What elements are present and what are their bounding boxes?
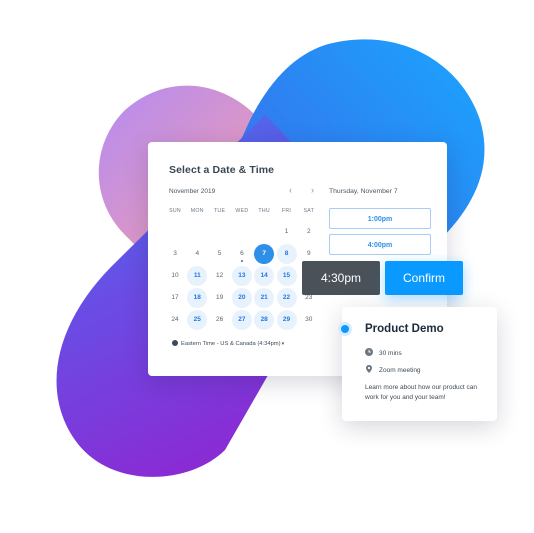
calendar-day: 19 <box>215 294 224 301</box>
confirm-button[interactable]: Confirm <box>385 261 463 295</box>
timezone-selector[interactable]: Eastern Time - US & Canada (4:34pm)▾ <box>172 340 284 347</box>
event-location: Zoom meeting <box>365 365 421 374</box>
calendar-day[interactable]: 11 <box>187 266 208 286</box>
event-description: Learn more about how our product can wor… <box>365 384 478 401</box>
calendar-day: 26 <box>215 316 224 323</box>
globe-icon <box>172 340 178 346</box>
weekday-header: MON <box>190 208 204 214</box>
calendar-day[interactable]: 29 <box>276 310 297 330</box>
calendar-day: 5 <box>217 250 222 257</box>
calendar-day: 1 <box>284 228 289 235</box>
month-label: November 2019 <box>169 188 216 195</box>
weekday-header: SUN <box>169 208 181 214</box>
time-slot-button[interactable]: 1:00pm <box>329 208 431 229</box>
calendar-day[interactable]: 8 <box>276 244 297 264</box>
page-title: Select a Date & Time <box>169 164 275 176</box>
calendar-day[interactable]: 28 <box>254 310 275 330</box>
calendar-day[interactable]: 15 <box>276 266 297 286</box>
event-details-card: Product Demo 30 mins Zoom meeting Learn … <box>338 307 497 421</box>
calendar-day[interactable]: 18 <box>187 288 208 308</box>
weekday-header: SAT <box>303 208 315 214</box>
calendar-day[interactable]: 13 <box>231 266 252 286</box>
event-duration: 30 mins <box>365 348 402 357</box>
calendar-day[interactable]: 21 <box>254 288 275 308</box>
weekday-header: FRI <box>281 208 292 214</box>
calendar-day: 30 <box>305 316 313 323</box>
chevron-down-icon: ▾ <box>281 341 285 347</box>
event-title: Product Demo <box>365 323 444 335</box>
timezone-label: Eastern Time - US & Canada (4:34pm) <box>181 341 281 347</box>
calendar-day: 24 <box>171 316 179 323</box>
location-pin-icon <box>366 365 372 373</box>
calendar-day: 17 <box>171 294 179 301</box>
calendar-day[interactable]: 20 <box>231 288 252 308</box>
weekday-header: WED <box>235 208 249 214</box>
calendar-day[interactable]: 14 <box>254 266 275 286</box>
clock-icon <box>365 348 373 356</box>
selected-date-heading: Thursday, November 7 <box>329 188 398 195</box>
status-dot-icon <box>338 322 352 336</box>
calendar-day[interactable]: 22 <box>276 288 297 308</box>
calendar-day-selected[interactable]: 7 <box>254 244 275 264</box>
today-indicator <box>240 260 243 262</box>
calendar-day: 4 <box>195 250 200 257</box>
event-location-label: Zoom meeting <box>379 367 421 374</box>
time-slot-button[interactable]: 4:00pm <box>329 234 431 255</box>
calendar-day: 10 <box>171 272 179 279</box>
calendar-day[interactable]: 27 <box>231 310 252 330</box>
weekday-header: TUE <box>213 208 226 214</box>
calendar-day: 3 <box>173 250 177 257</box>
previous-month-button[interactable]: ‹ <box>289 185 292 195</box>
calendar-day: 12 <box>215 272 224 279</box>
selected-time-button[interactable]: 4:30pm <box>302 261 380 295</box>
next-month-button[interactable]: › <box>311 185 314 195</box>
weekday-header: THU <box>258 208 270 214</box>
event-duration-label: 30 mins <box>379 350 402 357</box>
calendar-day: 2 <box>306 228 311 235</box>
calendar-day[interactable]: 25 <box>187 310 208 330</box>
